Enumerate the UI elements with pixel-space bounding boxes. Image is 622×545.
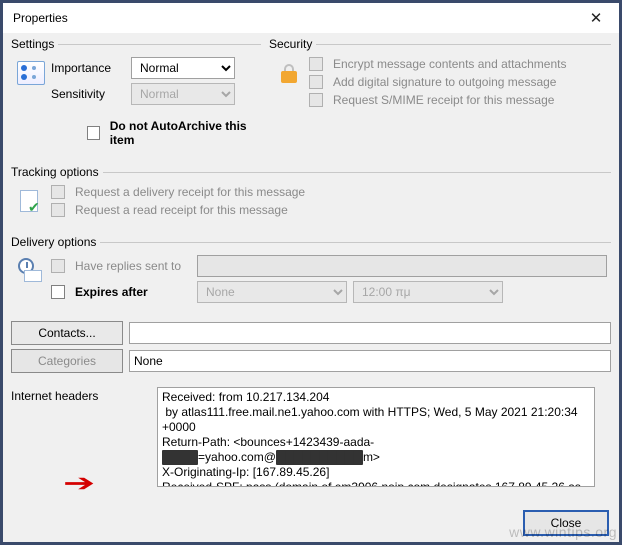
close-icon: ✕	[590, 9, 603, 27]
close-button[interactable]: Close	[523, 510, 609, 536]
delivery-receipt-checkbox[interactable]	[51, 185, 65, 199]
expires-checkbox[interactable]	[51, 285, 65, 299]
settings-legend: Settings	[11, 37, 58, 51]
contacts-button[interactable]: Contacts...	[11, 321, 123, 345]
window-title: Properties	[13, 11, 68, 25]
read-receipt-checkbox[interactable]	[51, 203, 65, 217]
have-replies-label: Have replies sent to	[75, 259, 191, 273]
sensitivity-label: Sensitivity	[51, 87, 125, 101]
delivery-receipt-label: Request a delivery receipt for this mess…	[75, 185, 305, 199]
delivery-group: Delivery options Have replies sent to Ex…	[11, 235, 611, 313]
delivery-icon	[15, 255, 47, 287]
internet-headers-label: Internet headers	[11, 387, 151, 403]
dialog-body: Settings Importance Normal Sensitivity N…	[3, 33, 619, 542]
settings-group: Settings Importance Normal Sensitivity N…	[11, 37, 261, 157]
redacted-text: ████	[162, 450, 198, 465]
internet-headers-textarea[interactable]: Received: from 10.217.134.204 by atlas11…	[157, 387, 595, 487]
categories-value[interactable]: None	[129, 350, 611, 372]
smime-checkbox[interactable]	[309, 93, 323, 107]
autoarchive-label: Do not AutoArchive this item	[110, 119, 257, 147]
categories-button[interactable]: Categories	[11, 349, 123, 373]
contacts-input[interactable]	[129, 322, 611, 344]
encrypt-label: Encrypt message contents and attachments	[333, 57, 566, 71]
titlebar: Properties ✕	[3, 3, 619, 33]
encrypt-checkbox[interactable]	[309, 57, 323, 71]
lock-icon	[273, 57, 305, 89]
read-receipt-label: Request a read receipt for this message	[75, 203, 288, 217]
autoarchive-checkbox[interactable]	[87, 126, 100, 140]
signature-checkbox[interactable]	[309, 75, 323, 89]
properties-icon	[15, 57, 47, 89]
signature-label: Add digital signature to outgoing messag…	[333, 75, 556, 89]
sensitivity-select[interactable]: Normal	[131, 83, 235, 105]
tracking-group: Tracking options ✔ Request a delivery re…	[11, 165, 611, 227]
importance-select[interactable]: Normal	[131, 57, 235, 79]
expires-label: Expires after	[75, 285, 191, 299]
have-replies-input[interactable]	[197, 255, 607, 277]
smime-label: Request S/MIME receipt for this message	[333, 93, 554, 107]
redacted-text: ██████████	[276, 450, 363, 465]
security-legend: Security	[269, 37, 316, 51]
expires-date-select[interactable]: None	[197, 281, 347, 303]
receipt-icon: ✔	[15, 185, 47, 217]
expires-time-select[interactable]: 12:00 πμ	[353, 281, 503, 303]
importance-label: Importance	[51, 61, 125, 75]
delivery-legend: Delivery options	[11, 235, 100, 249]
tracking-legend: Tracking options	[11, 165, 103, 179]
window-close-button[interactable]: ✕	[579, 5, 613, 31]
security-group: Security Encrypt message contents and at…	[269, 37, 611, 157]
have-replies-checkbox[interactable]	[51, 259, 65, 273]
